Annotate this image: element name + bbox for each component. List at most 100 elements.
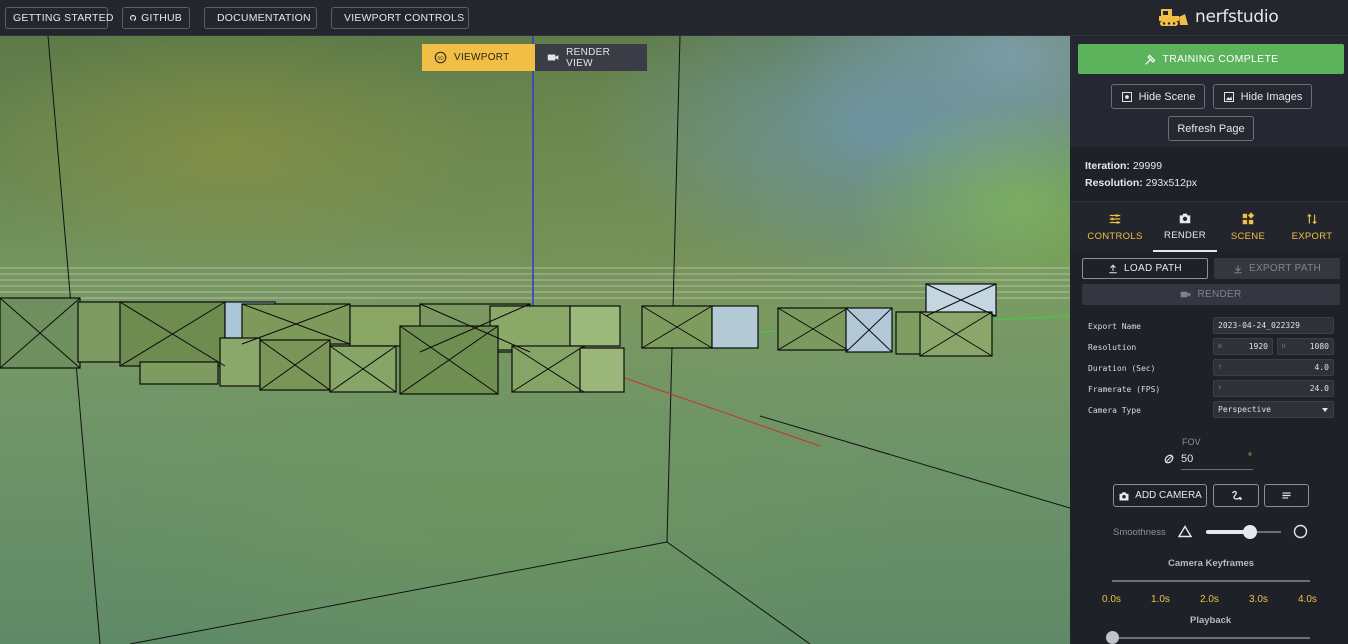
camera-icon — [1179, 213, 1191, 224]
training-stats: Iteration: 29999 Resolution: 293x512px — [1085, 158, 1197, 192]
fov-label: FOV — [1182, 437, 1201, 447]
render-button[interactable]: RENDER — [1082, 284, 1340, 305]
add-camera-label: ADD CAMERA — [1135, 490, 1202, 501]
tab-export[interactable]: EXPORT — [1280, 202, 1344, 252]
resolution-height-value: 1080 — [1309, 342, 1329, 351]
tab-viewport[interactable]: 3D VIEWPORT — [422, 44, 535, 71]
viewport-controls-button[interactable]: VIEWPORT CONTROLS — [331, 7, 469, 29]
tab-export-label: EXPORT — [1291, 231, 1333, 242]
keyframes-track[interactable] — [1112, 580, 1310, 582]
documentation-label: DOCUMENTATION — [217, 12, 311, 24]
playback-thumb[interactable] — [1106, 631, 1119, 644]
training-complete-button[interactable]: TRAINING COMPLETE — [1078, 44, 1344, 74]
list-icon — [1282, 492, 1291, 499]
grid-lines — [0, 267, 1070, 299]
fov-unit: ° — [1248, 452, 1252, 463]
export-path-label: EXPORT PATH — [1248, 263, 1322, 274]
training-complete-label: TRAINING COMPLETE — [1162, 53, 1279, 65]
github-label: GITHUB — [141, 12, 182, 24]
hammer-icon — [1144, 54, 1155, 65]
camera-keyframes-label: Camera Keyframes — [1168, 558, 1255, 569]
tab-render-label: RENDER — [1164, 230, 1206, 241]
keyframe-tick: 0.0s — [1102, 594, 1121, 605]
list-button[interactable] — [1264, 484, 1309, 507]
eye-off-icon — [1121, 91, 1132, 102]
keyframe-tick: 4.0s — [1298, 594, 1317, 605]
hide-images-label: Hide Images — [1240, 90, 1303, 103]
hide-scene-label: Hide Scene — [1138, 90, 1196, 103]
resolution-width-field[interactable]: W 1920 — [1213, 338, 1273, 355]
show-path-button[interactable] — [1213, 484, 1259, 507]
3d-viewport[interactable]: 3D VIEWPORT RENDER VIEW — [0, 36, 1070, 644]
refresh-page-button[interactable]: Refresh Page — [1168, 116, 1254, 141]
resolution-width-value: 1920 — [1248, 342, 1268, 351]
tab-controls[interactable]: CONTROLS — [1083, 202, 1147, 252]
keyframe-tick: 1.0s — [1151, 594, 1170, 605]
tab-scene[interactable]: SCENE — [1216, 202, 1280, 252]
viewport-controls-label: VIEWPORT CONTROLS — [344, 12, 465, 24]
tab-render[interactable]: RENDER — [1153, 202, 1217, 252]
hide-scene-button[interactable]: Hide Scene — [1111, 84, 1205, 109]
getting-started-label: GETTING STARTED — [13, 12, 114, 24]
slider-thumb[interactable] — [1243, 525, 1257, 539]
image-icon — [1223, 91, 1234, 102]
export-name-label: Export Name — [1088, 322, 1141, 331]
width-hint: W — [1218, 343, 1222, 350]
load-path-label: LOAD PATH — [1124, 263, 1182, 274]
camera-type-label: Camera Type — [1088, 406, 1141, 415]
top-bar: GETTING STARTED GITHUB DOCUMENTATION VIE… — [0, 0, 1348, 36]
resolution-height-field[interactable]: H 1080 — [1277, 338, 1334, 355]
framerate-field[interactable]: Y 24.0 — [1213, 380, 1334, 397]
video-camera-icon — [547, 54, 559, 61]
tab-render-view[interactable]: RENDER VIEW — [535, 44, 647, 71]
duration-field[interactable]: Y 4.0 — [1213, 359, 1334, 376]
framerate-value: 24.0 — [1309, 384, 1329, 393]
panel-tabs: CONTROLS RENDER SCENE EXPORT — [1070, 201, 1348, 252]
scene-overlay — [0, 36, 1070, 644]
3d-rotation-icon: 3D — [434, 51, 447, 64]
camera-frustums — [0, 283, 997, 395]
duration-value: 4.0 — [1314, 363, 1329, 372]
hide-images-button[interactable]: Hide Images — [1213, 84, 1312, 109]
tab-render-view-label: RENDER VIEW — [566, 46, 611, 69]
logo-text: nerfstudio — [1195, 7, 1279, 27]
nerfstudio-logo: nerfstudio — [1158, 6, 1279, 28]
iteration-value: 29999 — [1132, 160, 1163, 172]
import-export-icon — [1307, 213, 1317, 225]
playback-track[interactable] — [1112, 637, 1310, 639]
documentation-button[interactable]: DOCUMENTATION — [204, 7, 317, 29]
resolution-stat-value: 293x512px — [1145, 177, 1198, 189]
add-photo-icon — [1119, 491, 1129, 500]
framerate-hint: Y — [1218, 385, 1222, 392]
video-camera-icon — [1181, 291, 1191, 298]
sliders-icon — [1109, 214, 1121, 224]
export-name-value: 2023-04-24_022329 — [1218, 321, 1300, 330]
export-path-button[interactable]: EXPORT PATH — [1214, 258, 1340, 279]
render-label: RENDER — [1197, 289, 1242, 300]
height-hint: H — [1282, 343, 1286, 350]
tab-scene-label: SCENE — [1230, 231, 1266, 242]
bulldozer-icon — [1159, 9, 1188, 26]
camera-type-select[interactable]: Perspective — [1213, 401, 1334, 418]
getting-started-button[interactable]: GETTING STARTED — [5, 7, 113, 29]
side-panel: TRAINING COMPLETE Hide Scene Hide Images… — [1070, 36, 1348, 644]
triangle-icon — [1178, 525, 1192, 538]
export-name-field[interactable]: 2023-04-24_022329 — [1213, 317, 1334, 334]
github-button[interactable]: GITHUB — [122, 7, 190, 29]
path-icon — [1231, 490, 1242, 500]
svg-text:3D: 3D — [437, 56, 444, 62]
smoothness-slider[interactable] — [1206, 523, 1281, 541]
add-camera-button[interactable]: ADD CAMERA — [1113, 484, 1207, 507]
framerate-label: Framerate (FPS) — [1088, 385, 1161, 394]
chevron-down-icon — [1322, 407, 1328, 412]
duration-label: Duration (Sec) — [1088, 364, 1156, 373]
lens-icon — [1164, 454, 1174, 464]
playback-label: Playback — [1190, 615, 1232, 626]
fov-input[interactable]: 50 — [1181, 450, 1253, 470]
circle-icon — [1293, 524, 1308, 539]
refresh-page-label: Refresh Page — [1177, 122, 1245, 135]
fov-value: 50 — [1181, 453, 1194, 465]
load-path-button[interactable]: LOAD PATH — [1082, 258, 1208, 279]
download-icon — [1234, 264, 1242, 273]
widgets-icon — [1242, 212, 1255, 225]
